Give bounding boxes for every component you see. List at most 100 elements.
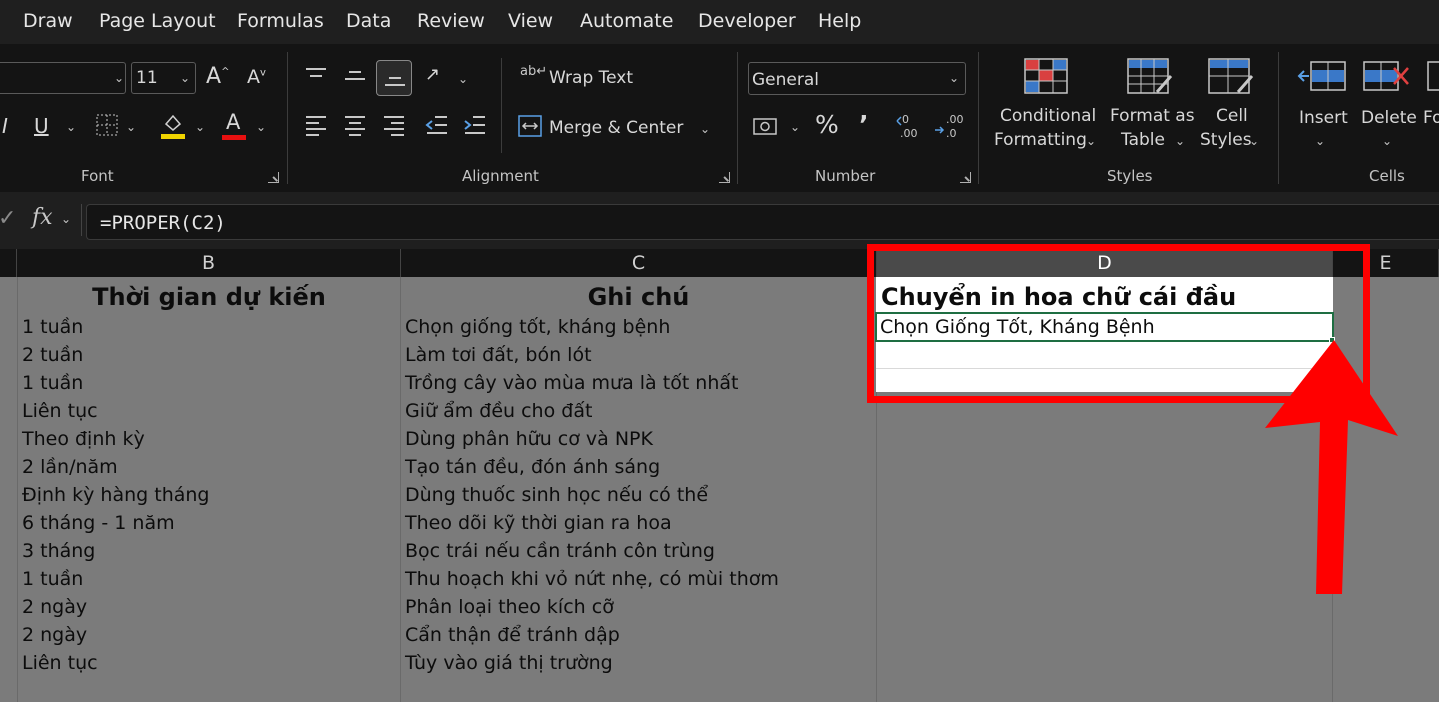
cell-b9[interactable]: 6 tháng - 1 năm: [22, 509, 397, 537]
align-middle-icon[interactable]: [343, 66, 367, 86]
wrap-text-button[interactable]: ab↵ Wrap Text: [518, 60, 638, 94]
chevron-down-icon: ⌄: [1086, 134, 1097, 148]
select-all-corner[interactable]: [0, 249, 17, 277]
cell-b8[interactable]: Định kỳ hàng tháng: [22, 481, 397, 509]
cell-b11[interactable]: 1 tuần: [22, 565, 397, 593]
decrease-decimal-icon[interactable]: .00 .0: [934, 112, 964, 140]
cell-c10[interactable]: Bọc trái nếu cần tránh côn trùng: [405, 537, 873, 565]
cell-c14[interactable]: Tùy vào giá thị trường: [405, 649, 873, 677]
font-color-swatch: [222, 135, 246, 140]
increase-font-icon[interactable]: A^: [206, 64, 229, 89]
increase-indent-icon[interactable]: [463, 114, 487, 136]
gridline: [400, 277, 401, 702]
cell-c8[interactable]: Dùng thuốc sinh học nếu có thể: [405, 481, 873, 509]
chevron-down-icon[interactable]: ⌄: [126, 120, 136, 134]
column-header-c[interactable]: C: [401, 249, 877, 277]
alignment-dialog-launcher-icon[interactable]: [719, 172, 730, 183]
percent-style-icon[interactable]: %: [815, 110, 839, 139]
wrap-text-label: Wrap Text: [549, 68, 634, 88]
cell-c13[interactable]: Cẩn thận để tránh dập: [405, 621, 873, 649]
cell-c12[interactable]: Phân loại theo kích cỡ: [405, 593, 873, 621]
ribbon: ⌄ 11 ⌄ A^ Av I U ⌄ ⌄ ⌄ A ⌄ Font ↗ ⌄ ab↵ …: [0, 44, 1439, 192]
chevron-down-icon[interactable]: ⌄: [458, 72, 468, 86]
menu-draw[interactable]: Draw: [23, 10, 73, 32]
insert-cells-button[interactable]: Insert ⌄: [1293, 56, 1349, 156]
menu-review[interactable]: Review: [417, 10, 485, 32]
decrease-font-icon[interactable]: Av: [247, 66, 266, 88]
svg-text:.00: .00: [946, 113, 964, 126]
chevron-down-icon: ⌄: [1382, 134, 1393, 148]
insert-function-button[interactable]: fx: [32, 205, 53, 230]
cell-b12[interactable]: 2 ngày: [22, 593, 397, 621]
cell-c11[interactable]: Thu hoạch khi vỏ nứt nhẹ, có mùi thơm: [405, 565, 873, 593]
number-group-label: Number: [815, 167, 876, 185]
cell-c9[interactable]: Theo dõi kỹ thời gian ra hoa: [405, 509, 873, 537]
accounting-format-icon[interactable]: [752, 114, 780, 138]
cell-b6[interactable]: Theo định kỳ: [22, 425, 397, 453]
cell-styles-icon: [1208, 58, 1254, 94]
cell-c7[interactable]: Tạo tán đều, đón ánh sáng: [405, 453, 873, 481]
align-left-icon[interactable]: [304, 114, 328, 136]
chevron-down-icon[interactable]: ⌄: [61, 212, 71, 226]
cell-b5[interactable]: Liên tục: [22, 397, 397, 425]
enter-check-icon[interactable]: ✓: [0, 206, 16, 231]
menu-view[interactable]: View: [508, 10, 553, 32]
menu-developer[interactable]: Developer: [698, 10, 796, 32]
menu-automate[interactable]: Automate: [580, 10, 673, 32]
font-color-icon[interactable]: A: [226, 110, 240, 134]
orientation-icon[interactable]: ↗: [425, 64, 440, 85]
chevron-down-icon[interactable]: ⌄: [790, 120, 800, 134]
align-bottom-button[interactable]: [376, 60, 412, 96]
font-name-dropdown[interactable]: ⌄: [0, 62, 126, 94]
merge-center-label: Merge & Center: [549, 118, 684, 138]
menu-data[interactable]: Data: [346, 10, 391, 32]
format-as-table-button[interactable]: Format as Table ⌄: [1108, 56, 1195, 156]
conditional-formatting-button[interactable]: Conditional Formatting ⌄: [992, 56, 1100, 156]
number-format-dropdown[interactable]: General ⌄: [748, 62, 966, 95]
cell-c1[interactable]: Ghi chú: [401, 281, 876, 313]
cell-styles-button[interactable]: Cell Styles ⌄: [1198, 56, 1262, 156]
decrease-indent-icon[interactable]: [425, 114, 449, 136]
cell-c2[interactable]: Chọn giống tốt, kháng bệnh: [405, 313, 873, 341]
ribbon-separator: [287, 52, 288, 184]
cell-b2[interactable]: 1 tuần: [22, 313, 397, 341]
chevron-down-icon[interactable]: ⌄: [256, 120, 266, 134]
cell-c3[interactable]: Làm tơi đất, bón lót: [405, 341, 873, 369]
chevron-down-icon: ⌄: [949, 71, 960, 85]
cell-c6[interactable]: Dùng phân hữu cơ và NPK: [405, 425, 873, 453]
chevron-down-icon[interactable]: ⌄: [66, 120, 76, 134]
cell-b14[interactable]: Liên tục: [22, 649, 397, 677]
cell-c4[interactable]: Trồng cây vào mùa mưa là tốt nhất: [405, 369, 873, 397]
cell-b4[interactable]: 1 tuần: [22, 369, 397, 397]
menu-formulas[interactable]: Formulas: [237, 10, 324, 32]
font-size-dropdown[interactable]: 11 ⌄: [131, 62, 196, 94]
format-cells-button[interactable]: Fo: [1422, 56, 1439, 156]
font-dialog-launcher-icon[interactable]: [268, 172, 279, 183]
borders-icon[interactable]: [95, 113, 119, 137]
italic-icon[interactable]: I: [2, 114, 8, 138]
cell-b7[interactable]: 2 lần/năm: [22, 453, 397, 481]
cell-b3[interactable]: 2 tuần: [22, 341, 397, 369]
increase-decimal-icon[interactable]: 0 .00: [896, 112, 924, 140]
merge-cells-icon: [518, 115, 542, 137]
align-right-icon[interactable]: [382, 114, 406, 136]
number-dialog-launcher-icon[interactable]: [960, 172, 971, 183]
underline-icon[interactable]: U: [34, 114, 49, 138]
cell-b10[interactable]: 3 tháng: [22, 537, 397, 565]
number-format-value: General: [752, 70, 819, 90]
delete-cells-button[interactable]: Delete ⌄: [1360, 56, 1417, 156]
menu-help[interactable]: Help: [818, 10, 861, 32]
align-center-icon[interactable]: [343, 114, 367, 136]
column-header-b[interactable]: B: [17, 249, 401, 277]
formula-input[interactable]: [86, 204, 1439, 240]
align-top-icon[interactable]: [304, 66, 328, 86]
comma-style-icon[interactable]: ’: [859, 110, 869, 139]
menu-page-layout[interactable]: Page Layout: [99, 10, 216, 32]
cell-b1[interactable]: Thời gian dự kiến: [18, 281, 400, 313]
cell-c5[interactable]: Giữ ẩm đều cho đất: [405, 397, 873, 425]
fill-color-icon[interactable]: [160, 110, 186, 140]
chevron-down-icon: ⌄: [180, 71, 191, 85]
merge-center-button[interactable]: Merge & Center ⌄: [518, 110, 718, 144]
cell-b13[interactable]: 2 ngày: [22, 621, 397, 649]
chevron-down-icon[interactable]: ⌄: [195, 120, 205, 134]
